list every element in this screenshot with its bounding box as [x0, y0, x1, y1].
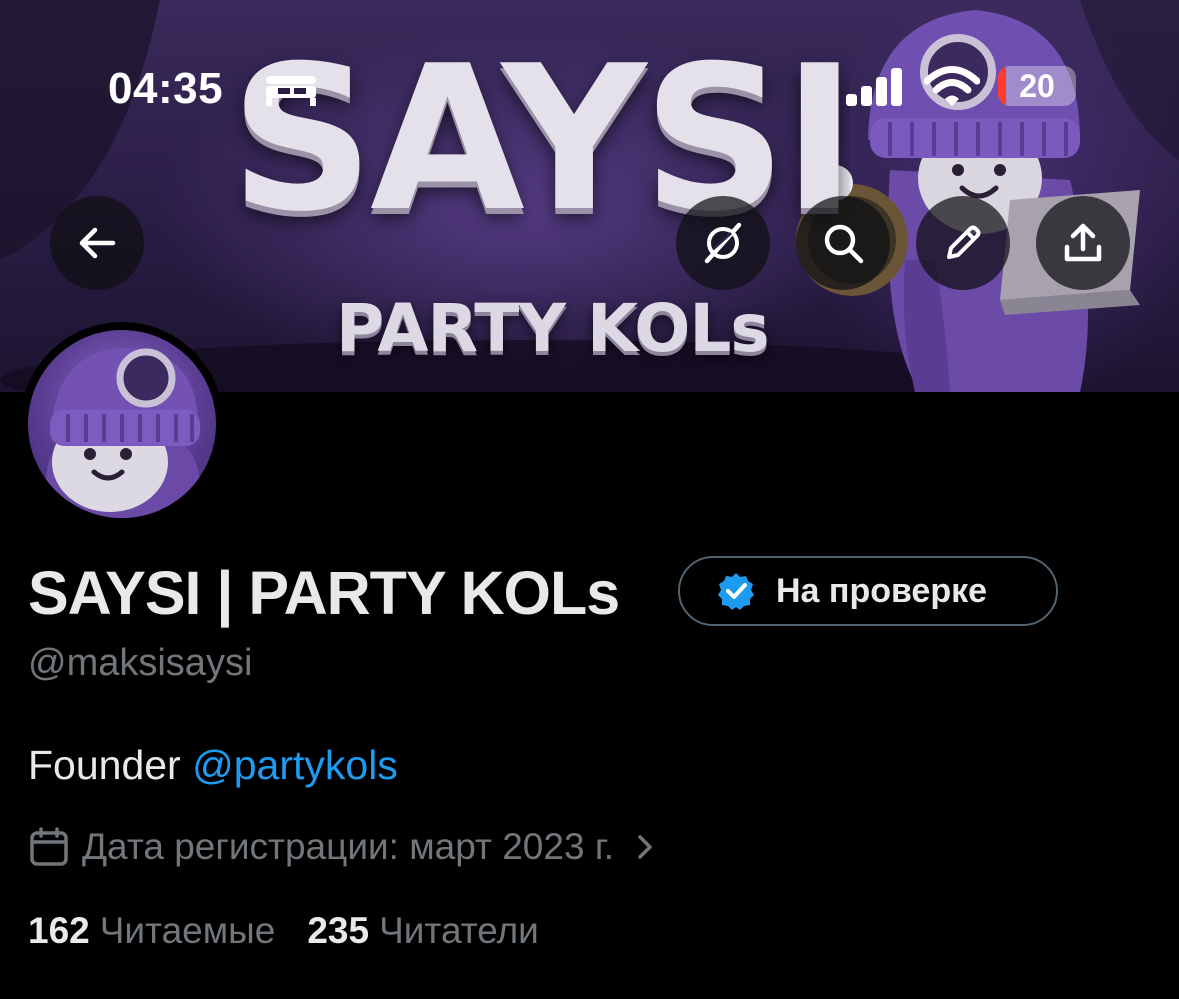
banner-subtitle-text: PARTY KOLs — [336, 290, 770, 367]
verified-badge-icon — [718, 573, 754, 610]
profile-handle: @maksisaysi — [28, 642, 253, 684]
bio-mention-link[interactable]: @partykols — [192, 742, 398, 788]
battery-icon: 20 — [998, 66, 1076, 106]
profile-avatar[interactable] — [20, 322, 224, 526]
verification-status-button[interactable]: На проверке — [678, 556, 1058, 626]
grok-icon — [704, 222, 742, 264]
bio-text: Founder — [28, 742, 181, 788]
join-date-row[interactable]: Дата регистрации: март 2023 г. — [28, 822, 658, 872]
wifi-icon — [924, 66, 980, 106]
search-button[interactable] — [796, 196, 890, 290]
calendar-icon — [30, 827, 68, 866]
back-button[interactable] — [50, 196, 144, 290]
followers-count: 235 — [307, 910, 370, 951]
following-stat[interactable]: 162 Читаемые — [28, 910, 275, 952]
profile-bio: Founder @partykols — [28, 742, 398, 789]
status-time: 04:35 — [108, 64, 224, 113]
edit-button[interactable] — [916, 196, 1010, 290]
arrow-left-icon — [79, 227, 116, 259]
join-date-text: Дата регистрации: март 2023 г. — [82, 826, 615, 867]
battery-level-text: 20 — [1019, 68, 1055, 104]
avatar-image — [28, 330, 216, 518]
sleep-bed-icon — [266, 76, 316, 106]
search-icon — [824, 224, 864, 264]
following-count: 162 — [28, 910, 90, 951]
share-button[interactable] — [1036, 196, 1130, 290]
share-icon — [1064, 223, 1102, 262]
chevron-right-icon — [638, 835, 652, 859]
grok-button[interactable] — [676, 196, 770, 290]
follow-stats: 162 Читаемые 235 Читатели — [28, 910, 539, 952]
profile-screen: SAYSI PARTY KOLs 04:35 20 SAYSI | PARTY … — [0, 0, 1179, 999]
cellular-signal-icon — [846, 68, 902, 106]
profile-banner[interactable]: SAYSI PARTY KOLs — [0, 0, 1179, 392]
following-label: Читаемые — [99, 910, 276, 951]
followers-label: Читатели — [379, 910, 539, 951]
avatar-mascot-art — [45, 347, 201, 518]
pencil-icon — [947, 225, 981, 259]
verification-label: На проверке — [776, 571, 988, 610]
display-name: SAYSI | PARTY KOLs — [28, 559, 620, 627]
followers-stat[interactable]: 235 Читатели — [307, 910, 539, 952]
